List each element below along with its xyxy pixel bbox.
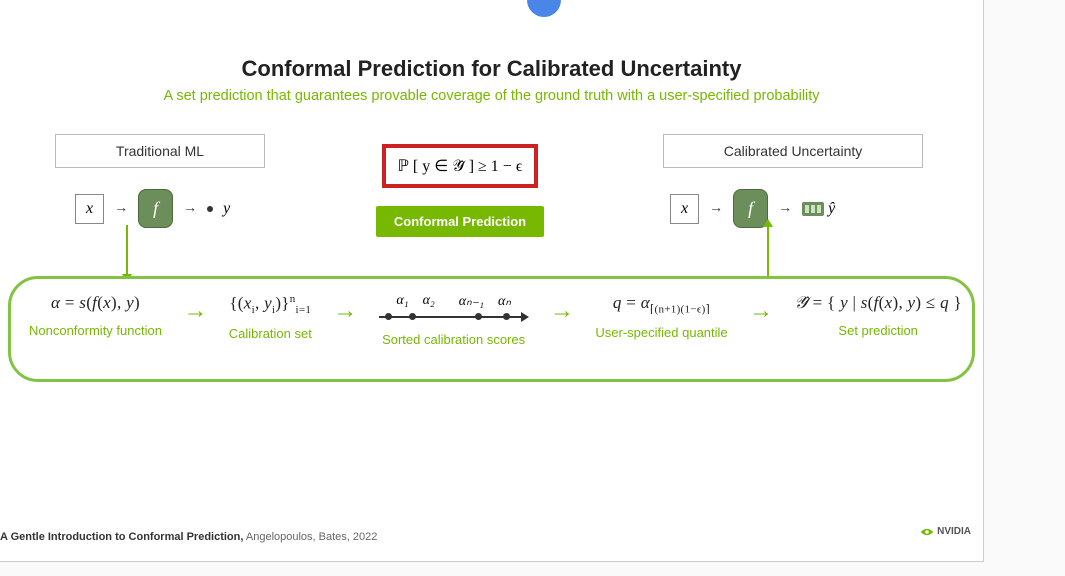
traditional-ml-box: Traditional ML [55,134,265,168]
step-nonconformity: α = s(f(x), y) Nonconformity function [29,293,162,338]
calibrated-uncertainty-box: Calibrated Uncertainty [663,134,923,168]
arrow-icon: → [183,297,207,325]
up-arrow-icon [767,225,769,276]
input-x: x [75,194,104,224]
step-label: Nonconformity function [29,323,162,338]
nonconformity-expr: α = s(f(x), y) [51,293,140,313]
center-column: ℙ [ y ∈ 𝒴̂ ] ≥ 1 − ϵ Conformal Predictio… [360,144,560,237]
point-prediction-icon [207,206,213,212]
nvidia-text: NVIDIA [937,526,971,537]
coverage-guarantee-formula: ℙ [ y ∈ 𝒴̂ ] ≥ 1 − ϵ [382,144,539,188]
nvidia-logo: NVIDIA [920,526,971,537]
arrow-icon: → [333,297,357,325]
traditional-ml-pipeline: x → f → y [75,189,230,228]
citation: A Gentle Introduction to Conformal Predi… [0,531,377,543]
step-label: Sorted calibration scores [382,332,525,347]
arrow-icon: → [550,297,574,325]
alpha-2: α₂ [423,293,435,310]
step-quantile: q = α⌈(n+1)(1−ϵ)⌉ User-specified quantil… [595,293,727,340]
number-line-icon [379,312,529,322]
output-y: y [223,200,230,218]
model-f: f [138,189,173,228]
page-subtitle: A set prediction that guarantees provabl… [0,88,983,104]
step-set-prediction: 𝒴̂ = { y | s(f(x), y) ≤ q } Set predicti… [794,293,962,338]
arrow-icon: → [114,201,128,217]
conformal-flow-box: α = s(f(x), y) Nonconformity function → … [8,276,975,382]
conformal-prediction-badge: Conformal Prediction [376,206,544,237]
comparison-row: Traditional ML Calibrated Uncertainty x … [0,134,983,264]
set-prediction-expr: 𝒴̂ = { y | s(f(x), y) ≤ q } [794,293,962,313]
nvidia-eye-icon [920,527,934,537]
page-title: Conformal Prediction for Calibrated Unce… [0,56,983,82]
alpha-1: α₁ [396,293,408,310]
set-icon [802,202,824,216]
arrow-icon: → [749,297,773,325]
quantile-expr: q = α⌈(n+1)(1−ϵ)⌉ [613,293,710,315]
calibration-set-expr: {(xi, yi)}ni=1 [229,293,311,316]
alpha-n: αₙ [498,293,511,310]
alpha-n-1: αₙ₋₁ [459,293,484,310]
arrow-icon: → [183,201,197,217]
citation-title: A Gentle Introduction to Conformal Predi… [0,531,243,543]
output-y-hat: ŷ [828,200,835,218]
calibrated-pipeline: x → f → ŷ [670,189,835,228]
alpha-labels: α₁ α₂ αₙ₋₁ αₙ [396,293,511,310]
step-calibration-set: {(xi, yi)}ni=1 Calibration set [229,293,312,341]
arrow-icon: → [778,201,792,217]
citation-authors: Angelopoulos, Bates, 2022 [243,531,377,543]
down-arrow-icon [126,225,128,276]
input-x: x [670,194,699,224]
step-label: User-specified quantile [595,325,727,340]
step-label: Set prediction [838,323,918,338]
step-sorted-scores: α₁ α₂ αₙ₋₁ αₙ Sorted calibration scores [379,293,529,347]
set-prediction-output: ŷ [802,200,835,218]
arrow-icon: → [709,201,723,217]
step-label: Calibration set [229,326,312,341]
